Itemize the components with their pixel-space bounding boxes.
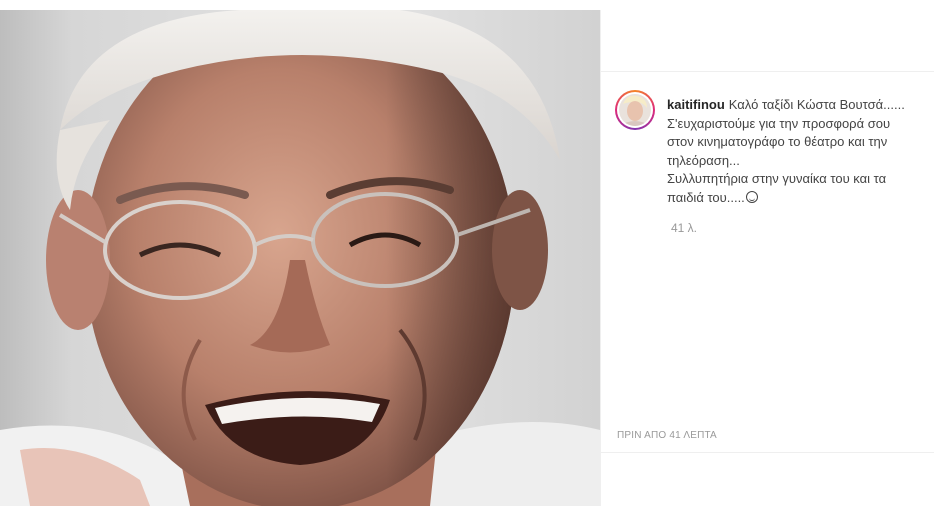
caption-comment: kaitifinou Καλό ταξίδι Κώστα Βουτσά......… bbox=[615, 90, 925, 235]
post-timestamp[interactable]: ΠΡΙΝ ΑΠΟ 41 ΛΕΠΤΑ bbox=[617, 430, 717, 441]
caption-line-2: Σ'ευχαριστούμε για την προσφορά σου στον… bbox=[667, 115, 891, 168]
caption-line-1: Καλό ταξίδι Κώστα Βουτσά...... bbox=[728, 97, 905, 112]
header-divider bbox=[601, 71, 934, 72]
comment-age[interactable]: 41 λ. bbox=[671, 221, 912, 235]
user-avatar-icon bbox=[619, 94, 651, 126]
portrait-photo bbox=[0, 10, 600, 506]
caption-line-3: Συλλυπητήρια στην γυναίκα του και τα παι… bbox=[667, 171, 887, 205]
smiling-face-icon bbox=[745, 190, 758, 203]
post-side-panel: kaitifinou Καλό ταξίδι Κώστα Βουτσά......… bbox=[600, 10, 934, 506]
story-ring[interactable] bbox=[615, 90, 655, 130]
footer-divider bbox=[601, 452, 934, 453]
post-image[interactable] bbox=[0, 10, 600, 506]
author-username[interactable]: kaitifinou bbox=[667, 97, 725, 112]
